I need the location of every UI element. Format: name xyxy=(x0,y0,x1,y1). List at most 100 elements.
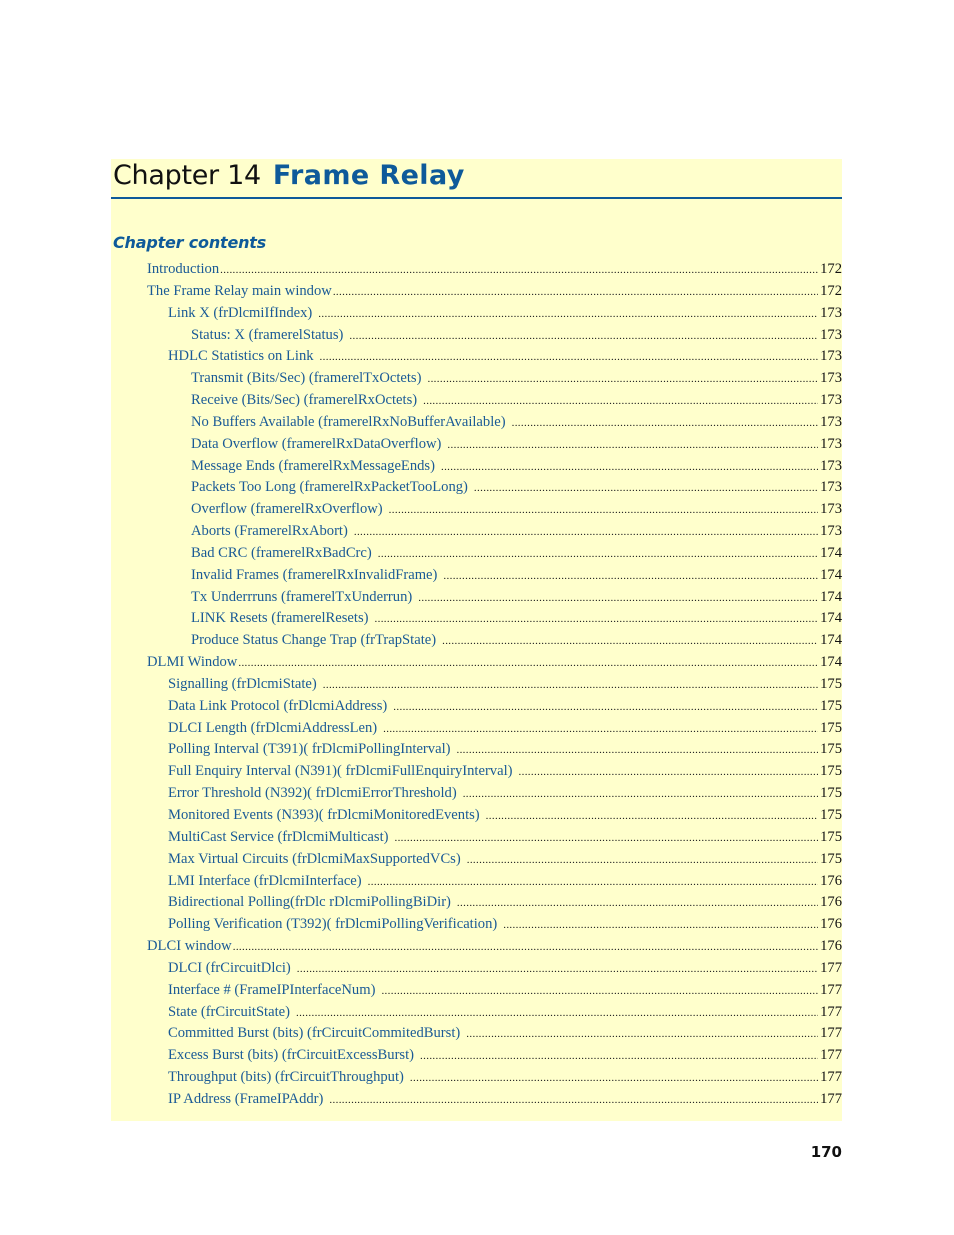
toc-entry-title[interactable]: Excess Burst (bits) (frCircuitExcessBurs… xyxy=(168,1045,414,1065)
toc-entry[interactable]: Invalid Frames (framerelRxInvalidFrame) 1… xyxy=(191,565,842,585)
toc-entry-title[interactable]: LINK Resets (framerelResets) xyxy=(191,608,369,628)
toc-entry-page[interactable]: 172 xyxy=(820,281,842,301)
toc-entry-page[interactable]: 174 xyxy=(820,652,842,672)
toc-entry[interactable]: Receive (Bits/Sec) (framerelRxOctets) 173 xyxy=(191,390,842,410)
toc-entry[interactable]: Overflow (framerelRxOverflow) 173 xyxy=(191,499,842,519)
toc-entry[interactable]: IP Address (FrameIPAddr) 177 xyxy=(168,1089,842,1109)
toc-entry-page[interactable]: 173 xyxy=(820,499,842,519)
toc-entry[interactable]: The Frame Relay main window 172 xyxy=(147,281,842,301)
toc-entry[interactable]: Bad CRC (framerelRxBadCrc) 174 xyxy=(191,543,842,563)
toc-entry-title[interactable]: DLMI Window xyxy=(147,652,237,672)
toc-entry-page[interactable]: 172 xyxy=(820,259,842,279)
toc-entry[interactable]: Produce Status Change Trap (frTrapState)… xyxy=(191,630,842,650)
toc-entry[interactable]: State (frCircuitState) 177 xyxy=(168,1002,842,1022)
toc-entry-title[interactable]: Receive (Bits/Sec) (framerelRxOctets) xyxy=(191,390,417,410)
toc-entry-title[interactable]: LMI Interface (frDlcmiInterface) xyxy=(168,871,362,891)
toc-entry[interactable]: Bidirectional Polling(frDlc rDlcmiPollin… xyxy=(168,892,842,912)
toc-entry-page[interactable]: 175 xyxy=(820,739,842,759)
toc-entry-page[interactable]: 173 xyxy=(820,434,842,454)
toc-entry-title[interactable]: The Frame Relay main window xyxy=(147,281,332,301)
toc-entry-page[interactable]: 175 xyxy=(820,827,842,847)
toc-entry-page[interactable]: 174 xyxy=(820,608,842,628)
toc-entry[interactable]: Throughput (bits) (frCircuitThroughput) 1… xyxy=(168,1067,842,1087)
toc-entry[interactable]: DLMI Window 174 xyxy=(147,652,842,672)
toc-entry[interactable]: DLCI (frCircuitDlci) 177 xyxy=(168,958,842,978)
toc-entry[interactable]: Tx Underrruns (framerelTxUnderrun) 174 xyxy=(191,587,842,607)
toc-entry[interactable]: Full Enquiry Interval (N391)( frDlcmiFul… xyxy=(168,761,842,781)
toc-entry[interactable]: Data Link Protocol (frDlcmiAddress) 175 xyxy=(168,696,842,716)
toc-entry-page[interactable]: 176 xyxy=(820,936,842,956)
toc-entry-page[interactable]: 176 xyxy=(820,892,842,912)
toc-entry-page[interactable]: 173 xyxy=(820,325,842,345)
toc-entry[interactable]: Interface # (FrameIPInterfaceNum) 177 xyxy=(168,980,842,1000)
toc-entry-title[interactable]: Error Threshold (N392)( frDlcmiErrorThre… xyxy=(168,783,457,803)
toc-entry[interactable]: DLCI Length (frDlcmiAddressLen) 175 xyxy=(168,718,842,738)
toc-entry-title[interactable]: Tx Underrruns (framerelTxUnderrun) xyxy=(191,587,412,607)
toc-entry-title[interactable]: Overflow (framerelRxOverflow) xyxy=(191,499,383,519)
toc-entry-page[interactable]: 173 xyxy=(820,303,842,323)
toc-entry-page[interactable]: 177 xyxy=(820,1045,842,1065)
toc-entry-title[interactable]: Invalid Frames (framerelRxInvalidFrame) xyxy=(191,565,437,585)
toc-entry-title[interactable]: Throughput (bits) (frCircuitThroughput) xyxy=(168,1067,404,1087)
toc-entry-page[interactable]: 174 xyxy=(820,543,842,563)
toc-entry[interactable]: Packets Too Long (framerelRxPacketTooLon… xyxy=(191,477,842,497)
toc-entry[interactable]: Polling Interval (T391)( frDlcmiPollingI… xyxy=(168,739,842,759)
toc-entry[interactable]: Max Virtual Circuits (frDlcmiMaxSupporte… xyxy=(168,849,842,869)
toc-entry-page[interactable]: 173 xyxy=(820,368,842,388)
toc-entry-page[interactable]: 177 xyxy=(820,958,842,978)
toc-entry-page[interactable]: 175 xyxy=(820,674,842,694)
toc-entry-title[interactable]: Transmit (Bits/Sec) (framerelTxOctets) xyxy=(191,368,421,388)
toc-entry-page[interactable]: 173 xyxy=(820,521,842,541)
toc-entry-title[interactable]: Data Link Protocol (frDlcmiAddress) xyxy=(168,696,387,716)
toc-entry-page[interactable]: 177 xyxy=(820,980,842,1000)
toc-entry-page[interactable]: 173 xyxy=(820,412,842,432)
toc-entry[interactable]: Monitored Events (N393)( frDlcmiMonitore… xyxy=(168,805,842,825)
toc-entry[interactable]: Introduction 172 xyxy=(147,259,842,279)
toc-entry-title[interactable]: Polling Verification (T392)( frDlcmiPoll… xyxy=(168,914,497,934)
toc-entry-page[interactable]: 176 xyxy=(820,914,842,934)
toc-entry-page[interactable]: 177 xyxy=(820,1067,842,1087)
toc-entry-page[interactable]: 175 xyxy=(820,783,842,803)
toc-entry-title[interactable]: DLCI Length (frDlcmiAddressLen) xyxy=(168,718,377,738)
toc-entry[interactable]: Polling Verification (T392)( frDlcmiPoll… xyxy=(168,914,842,934)
toc-entry[interactable]: Aborts (FramerelRxAbort) 173 xyxy=(191,521,842,541)
toc-entry-page[interactable]: 173 xyxy=(820,456,842,476)
toc-entry[interactable]: Committed Burst (bits) (frCircuitCommite… xyxy=(168,1023,842,1043)
toc-entry-title[interactable]: Interface # (FrameIPInterfaceNum) xyxy=(168,980,375,1000)
toc-entry-title[interactable]: Monitored Events (N393)( frDlcmiMonitore… xyxy=(168,805,480,825)
toc-entry-title[interactable]: Message Ends (framerelRxMessageEnds) xyxy=(191,456,435,476)
toc-entry-title[interactable]: DLCI window xyxy=(147,936,232,956)
toc-entry-title[interactable]: Status: X (framerelStatus) xyxy=(191,325,343,345)
toc-entry[interactable]: Signalling (frDlcmiState) 175 xyxy=(168,674,842,694)
toc-entry-title[interactable]: HDLC Statistics on Link xyxy=(168,346,314,366)
toc-entry-page[interactable]: 173 xyxy=(820,477,842,497)
toc-entry-page[interactable]: 173 xyxy=(820,346,842,366)
toc-entry-title[interactable]: MultiCast Service (frDlcmiMulticast) xyxy=(168,827,388,847)
toc-entry-title[interactable]: Packets Too Long (framerelRxPacketTooLon… xyxy=(191,477,468,497)
toc-entry-page[interactable]: 177 xyxy=(820,1023,842,1043)
toc-entry-page[interactable]: 174 xyxy=(820,630,842,650)
toc-entry[interactable]: DLCI window 176 xyxy=(147,936,842,956)
toc-entry[interactable]: Data Overflow (framerelRxDataOverflow) 17… xyxy=(191,434,842,454)
toc-entry-title[interactable]: Introduction xyxy=(147,259,219,279)
toc-entry-title[interactable]: Full Enquiry Interval (N391)( frDlcmiFul… xyxy=(168,761,513,781)
toc-entry-page[interactable]: 177 xyxy=(820,1089,842,1109)
toc-entry[interactable]: Link X (frDlcmiIfIndex) 173 xyxy=(168,303,842,323)
toc-entry-title[interactable]: Max Virtual Circuits (frDlcmiMaxSupporte… xyxy=(168,849,461,869)
toc-entry[interactable]: Excess Burst (bits) (frCircuitExcessBurs… xyxy=(168,1045,842,1065)
toc-entry-page[interactable]: 175 xyxy=(820,805,842,825)
toc-entry-title[interactable]: Bidirectional Polling(frDlc rDlcmiPollin… xyxy=(168,892,451,912)
toc-entry-page[interactable]: 174 xyxy=(820,587,842,607)
toc-entry-page[interactable]: 176 xyxy=(820,871,842,891)
toc-entry-title[interactable]: DLCI (frCircuitDlci) xyxy=(168,958,291,978)
toc-entry-title[interactable]: Polling Interval (T391)( frDlcmiPollingI… xyxy=(168,739,450,759)
toc-entry-page[interactable]: 174 xyxy=(820,565,842,585)
toc-entry[interactable]: Message Ends (framerelRxMessageEnds) 173 xyxy=(191,456,842,476)
toc-entry-page[interactable]: 177 xyxy=(820,1002,842,1022)
toc-entry-page[interactable]: 175 xyxy=(820,849,842,869)
toc-entry-page[interactable]: 173 xyxy=(820,390,842,410)
toc-entry[interactable]: Error Threshold (N392)( frDlcmiErrorThre… xyxy=(168,783,842,803)
toc-entry-title[interactable]: Produce Status Change Trap (frTrapState) xyxy=(191,630,436,650)
toc-entry[interactable]: LINK Resets (framerelResets) 174 xyxy=(191,608,842,628)
toc-entry-page[interactable]: 175 xyxy=(820,696,842,716)
